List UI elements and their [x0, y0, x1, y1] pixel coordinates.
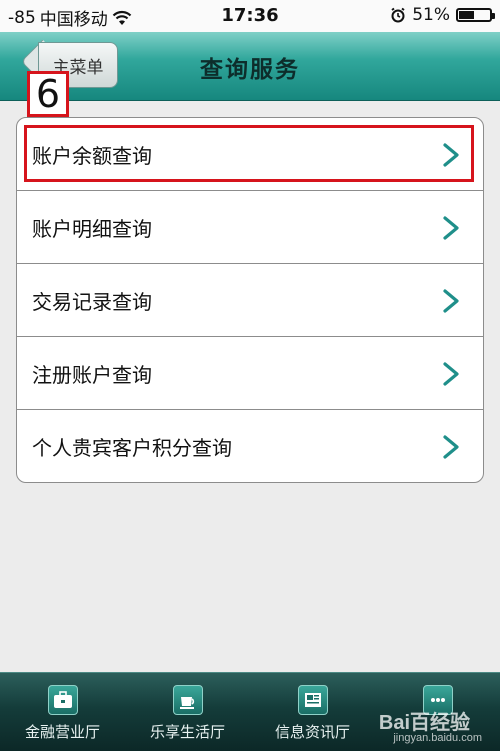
- tab-label: 金融营业厅: [24, 723, 100, 741]
- watermark-url: jingyan.baidu.com: [393, 732, 482, 744]
- status-bar: -85 中国移动 17:36 51%: [0, 0, 500, 32]
- chevron-right-icon: [443, 435, 459, 459]
- chevron-right-icon: [443, 362, 459, 386]
- nav-bar: 主菜单 查询服务: [0, 32, 500, 101]
- menu-item-label: 交易记录查询: [32, 290, 152, 314]
- step-number-badge: 6: [27, 71, 69, 117]
- watermark-logo: Bai百经验: [378, 712, 470, 734]
- query-menu-list: 账户余额查询 账户明细查询 交易记录查询 注册账户查询 个人贵宾客户积分查询: [16, 117, 484, 483]
- chevron-right-icon: [443, 289, 459, 313]
- chevron-right-icon: [443, 216, 459, 240]
- chevron-right-icon: [443, 143, 459, 167]
- menu-item-label: 个人贵宾客户积分查询: [32, 436, 232, 460]
- newspaper-icon: [298, 685, 328, 715]
- page-title: 查询服务: [200, 57, 300, 83]
- menu-item-vip-points[interactable]: 个人贵宾客户积分查询: [17, 410, 483, 482]
- menu-item-label: 账户明细查询: [32, 217, 152, 241]
- menu-item-label: 注册账户查询: [32, 363, 152, 387]
- battery-fill: [459, 11, 474, 19]
- coffee-cup-icon: [173, 685, 203, 715]
- tab-label: 信息资讯厅: [274, 723, 350, 741]
- tab-information-hall[interactable]: 信息资讯厅: [250, 673, 375, 751]
- tab-finance-hall[interactable]: 金融营业厅: [0, 673, 125, 751]
- battery-percent: 51%: [412, 5, 450, 25]
- tab-lifestyle-hall[interactable]: 乐享生活厅: [125, 673, 250, 751]
- tab-label: 乐享生活厅: [149, 723, 225, 741]
- alarm-clock-icon: [391, 7, 405, 23]
- menu-item-label: 账户余额查询: [32, 144, 152, 168]
- battery-icon: [456, 8, 495, 22]
- menu-item-transaction-record[interactable]: 交易记录查询: [17, 264, 483, 337]
- status-right: 51%: [390, 5, 495, 25]
- briefcase-icon: [48, 685, 78, 715]
- menu-item-account-detail[interactable]: 账户明细查询: [17, 191, 483, 264]
- menu-item-registered-account[interactable]: 注册账户查询: [17, 337, 483, 410]
- menu-item-account-balance[interactable]: 账户余额查询: [17, 118, 483, 191]
